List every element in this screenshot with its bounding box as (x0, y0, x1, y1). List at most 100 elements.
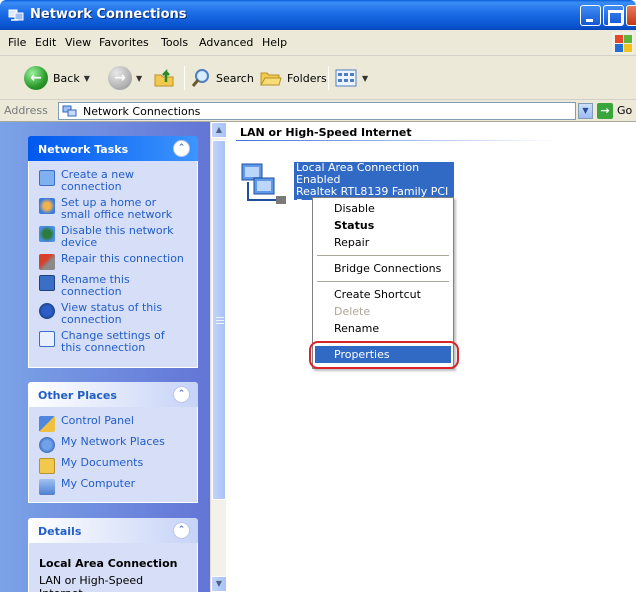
menu-item-repair[interactable]: Repair (315, 234, 451, 251)
menu-item-rename[interactable]: Rename (315, 320, 451, 337)
menu-view[interactable]: View (65, 36, 91, 49)
menu-edit[interactable]: Edit (35, 36, 56, 49)
folders-button[interactable]: Folders (259, 64, 327, 92)
task-pane: Network Tasks ⌃ Create a new connection … (0, 122, 210, 592)
lan-connection-icon[interactable] (240, 160, 290, 210)
menu-item-status[interactable]: Status (315, 217, 451, 234)
task-view-status[interactable]: View status of this connection (39, 302, 187, 326)
disable-device-icon (39, 226, 55, 242)
place-network-places[interactable]: My Network Places (39, 436, 187, 453)
menu-item-delete: Delete (334, 305, 371, 318)
menu-separator (317, 281, 449, 282)
go-arrow-icon[interactable]: → (597, 103, 613, 119)
menu-favorites[interactable]: Favorites (99, 36, 149, 49)
other-places-body: Control Panel My Network Places My Docum… (28, 407, 198, 503)
menu-advanced[interactable]: Advanced (199, 36, 253, 49)
go-button[interactable]: Go (617, 104, 632, 117)
address-bar: Address Network Connections ▼ → Go (0, 100, 636, 122)
place-label: My Network Places (61, 435, 165, 448)
up-folder-button[interactable] (152, 64, 176, 92)
network-places-icon (39, 437, 55, 453)
network-tasks-header[interactable]: Network Tasks ⌃ (28, 136, 198, 161)
task-rename-connection[interactable]: Rename this connection (39, 274, 187, 298)
details-title: Details (38, 525, 82, 538)
task-label: Create a new connection (61, 168, 135, 193)
menu-tools[interactable]: Tools (161, 36, 188, 49)
collapse-icon[interactable]: ⌃ (173, 522, 190, 539)
menu-item-disable[interactable]: Disable (315, 200, 451, 217)
place-label: Control Panel (61, 414, 134, 427)
details-connection-name: Local Area Connection (39, 557, 178, 570)
home-network-icon (39, 198, 55, 214)
toolbar: ← Back ▼ → ▼ Search Folders ▼ (0, 56, 636, 100)
task-label: Change settings of this connection (61, 329, 165, 354)
title-bar[interactable]: Network Connections (0, 0, 636, 30)
details-connection-type: LAN or High-Speed Internet (39, 574, 144, 592)
address-input[interactable]: Network Connections (58, 102, 576, 120)
task-create-connection[interactable]: Create a new connection (39, 169, 187, 193)
scroll-up-icon[interactable]: ▲ (211, 122, 227, 138)
search-label: Search (216, 71, 254, 85)
close-button[interactable] (626, 5, 636, 26)
maximize-button[interactable] (603, 5, 624, 26)
connection-label[interactable]: Local Area Connection Enabled Realtek RT… (294, 162, 454, 200)
collapse-icon[interactable]: ⌃ (173, 140, 190, 157)
folders-label: Folders (287, 71, 327, 85)
rename-icon (39, 275, 55, 291)
search-button[interactable]: Search (190, 64, 254, 92)
menu-separator (317, 255, 449, 256)
place-my-documents[interactable]: My Documents (39, 457, 187, 474)
views-dropdown-icon[interactable]: ▼ (362, 74, 368, 83)
up-folder-icon (154, 68, 174, 87)
toolbar-separator (184, 66, 185, 90)
details-header[interactable]: Details ⌃ (28, 518, 198, 543)
toolbar-separator (328, 66, 329, 90)
network-connections-icon (8, 9, 24, 21)
menu-item-bridge-connections[interactable]: Bridge Connections (315, 260, 451, 277)
task-repair-connection[interactable]: Repair this connection (39, 253, 187, 270)
windows-logo-icon (612, 32, 634, 54)
documents-icon (39, 458, 55, 474)
menu-help[interactable]: Help (262, 36, 287, 49)
place-label: My Computer (61, 477, 136, 490)
address-dropdown-button[interactable]: ▼ (578, 103, 593, 119)
back-label: Back (53, 71, 80, 85)
task-home-network[interactable]: Set up a home or small office network (39, 197, 187, 221)
forward-button[interactable]: → ▼ (108, 64, 142, 92)
place-label: My Documents (61, 456, 144, 469)
network-connections-icon (62, 105, 77, 117)
scroll-thumb[interactable] (212, 140, 226, 500)
settings-icon (39, 331, 55, 347)
window-title: Network Connections (30, 7, 187, 22)
back-dropdown-icon[interactable]: ▼ (84, 74, 90, 83)
task-label: Disable this network device (61, 224, 174, 249)
back-arrow-icon: ← (24, 66, 48, 90)
details-panel: Details ⌃ Local Area Connection LAN or H… (28, 518, 198, 592)
other-places-title: Other Places (38, 389, 117, 402)
folders-icon (260, 72, 282, 86)
place-control-panel[interactable]: Control Panel (39, 415, 187, 432)
forward-dropdown-icon[interactable]: ▼ (136, 74, 142, 83)
scroll-down-icon[interactable]: ▼ (211, 576, 227, 592)
search-icon (191, 69, 209, 87)
task-label: Set up a home or small office network (61, 196, 173, 221)
menu-file[interactable]: File (8, 36, 26, 49)
place-my-computer[interactable]: My Computer (39, 478, 187, 495)
group-header: LAN or High-Speed Internet (240, 126, 412, 139)
status-icon (39, 303, 55, 319)
other-places-panel: Other Places ⌃ Control Panel My Network … (28, 382, 198, 503)
task-change-settings[interactable]: Change settings of this connection (39, 330, 187, 354)
network-tasks-panel: Network Tasks ⌃ Create a new connection … (28, 136, 198, 368)
task-pane-scrollbar[interactable]: ▲ ▼ (210, 122, 227, 592)
collapse-icon[interactable]: ⌃ (173, 386, 190, 403)
other-places-header[interactable]: Other Places ⌃ (28, 382, 198, 407)
details-body: Local Area Connection LAN or High-Speed … (28, 543, 198, 592)
properties-highlight-ring (309, 341, 459, 369)
minimize-button[interactable] (580, 5, 601, 26)
back-button[interactable]: ← Back ▼ (24, 64, 90, 92)
views-icon (335, 69, 357, 87)
views-button[interactable]: ▼ (334, 64, 368, 92)
address-value: Network Connections (83, 105, 201, 118)
menu-item-create-shortcut[interactable]: Create Shortcut (315, 286, 451, 303)
task-disable-device[interactable]: Disable this network device (39, 225, 187, 249)
